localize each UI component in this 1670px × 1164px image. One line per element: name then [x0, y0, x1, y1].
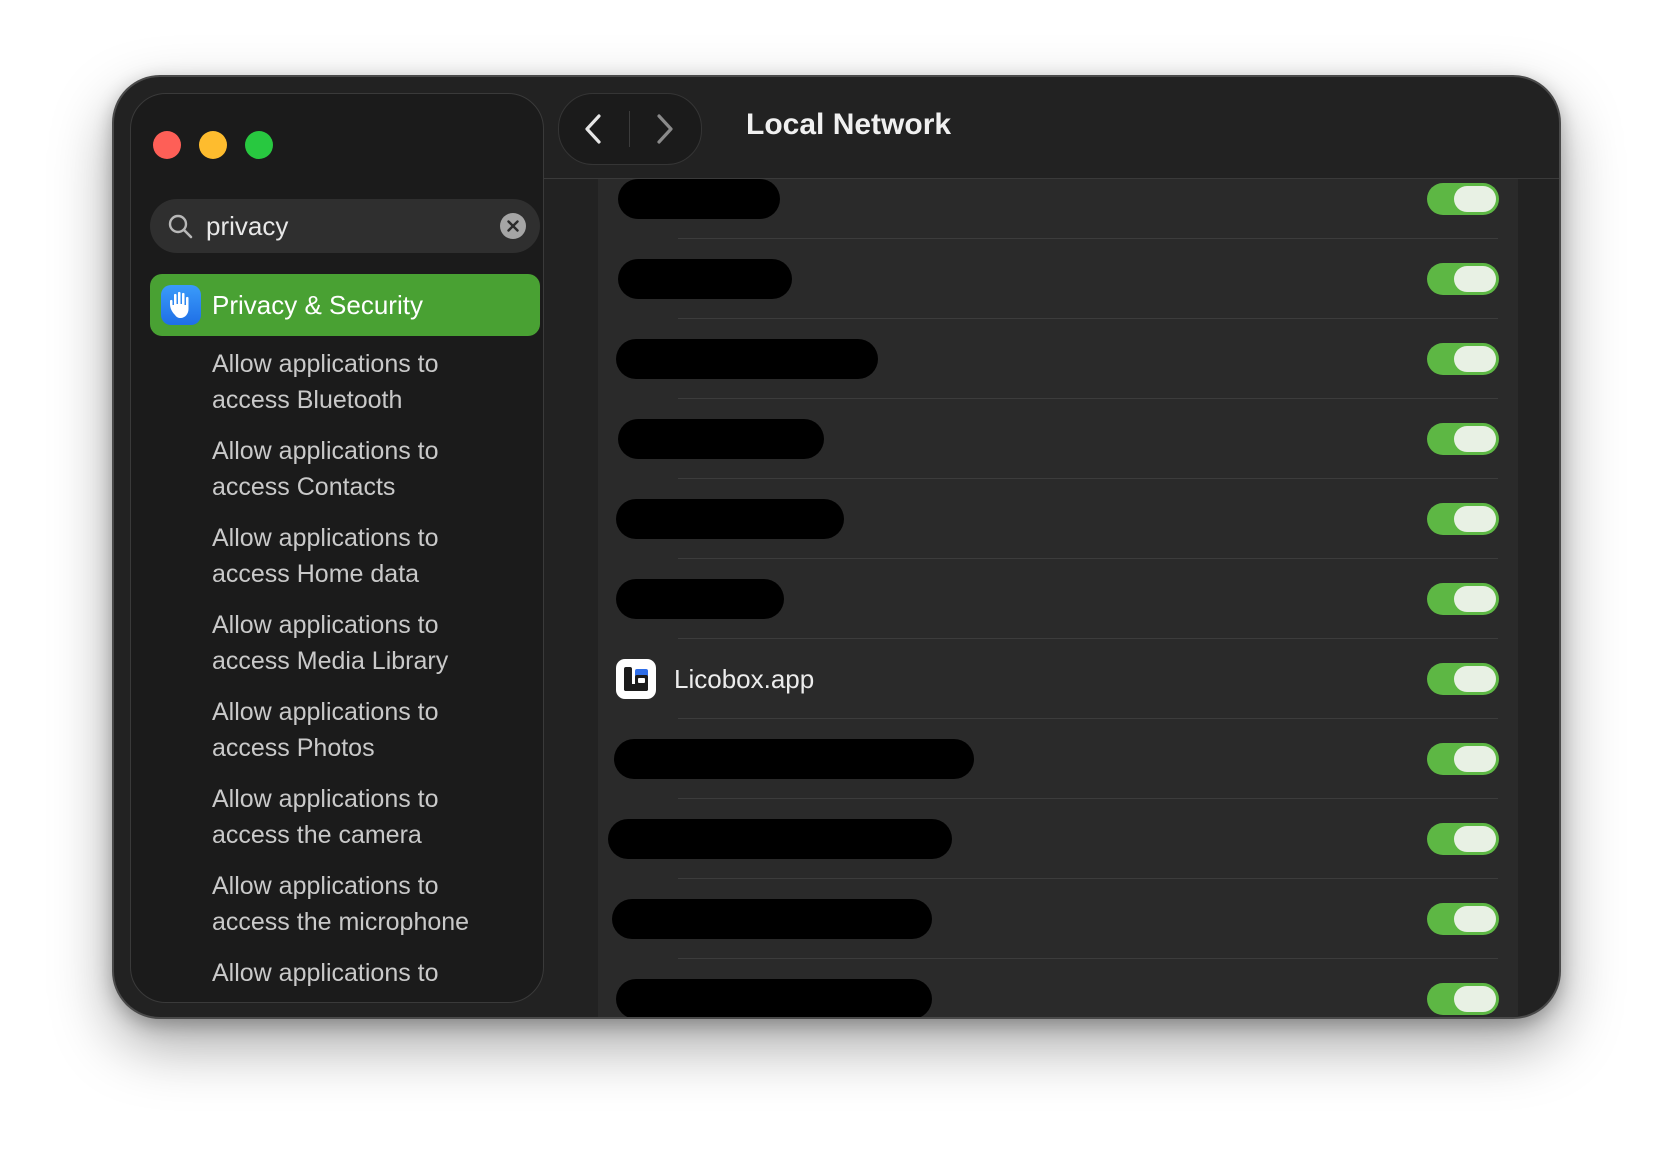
list-item [598, 399, 1518, 479]
search-input[interactable]: privacy [206, 211, 288, 241]
toggle-knob [1454, 906, 1496, 932]
clear-icon[interactable] [500, 213, 526, 239]
sidebar-sub-item-microphone[interactable]: Allow applications to access the microph… [212, 868, 532, 955]
redacted-app-name [616, 979, 932, 1017]
app-list: Licobox.app [598, 179, 1518, 1017]
redacted-app-name [616, 499, 844, 539]
redacted-app-name [618, 179, 780, 219]
redacted-app-name [616, 579, 784, 619]
sidebar-sub-item-contacts[interactable]: Allow applications to access Contacts [212, 433, 532, 520]
redacted-app-name [608, 819, 952, 859]
app-toggle[interactable] [1427, 183, 1499, 215]
page-title: Local Network [746, 108, 952, 141]
app-toggle[interactable] [1427, 823, 1499, 855]
sidebar-item-privacy-security[interactable]: Privacy & Security [150, 274, 540, 336]
minimize-button[interactable] [199, 131, 227, 159]
magnifying-glass-icon [168, 214, 193, 239]
redacted-app-name [618, 259, 792, 299]
list-item [598, 799, 1518, 879]
close-button[interactable] [153, 131, 181, 159]
toggle-knob [1454, 426, 1496, 452]
navigation-buttons [558, 93, 702, 165]
hand-raised-icon [161, 285, 201, 325]
toggle-knob [1454, 346, 1496, 372]
toggle-knob [1454, 986, 1496, 1012]
forward-button[interactable] [631, 94, 701, 164]
zoom-button[interactable] [245, 131, 273, 159]
list-item: Licobox.app [598, 639, 1518, 719]
list-item [598, 559, 1518, 639]
sidebar-sub-item-next[interactable]: Allow applications to [212, 955, 532, 1002]
app-toggle[interactable] [1427, 743, 1499, 775]
toggle-knob [1454, 666, 1496, 692]
sidebar: privacy Privacy & Security Allow applica… [130, 93, 544, 1003]
search-field[interactable]: privacy [150, 199, 540, 253]
nav-divider [629, 111, 630, 147]
toggle-knob [1454, 506, 1496, 532]
app-toggle[interactable] [1427, 983, 1499, 1015]
toggle-knob [1454, 586, 1496, 612]
toggle-knob [1454, 826, 1496, 852]
app-toggle[interactable] [1427, 583, 1499, 615]
toggle-knob [1454, 266, 1496, 292]
list-item [598, 719, 1518, 799]
toggle-knob [1454, 746, 1496, 772]
sidebar-item-label: Privacy & Security [212, 290, 423, 320]
chevron-left-icon [585, 114, 601, 144]
sidebar-sub-item-photos[interactable]: Allow applications to access Photos [212, 694, 532, 781]
redacted-app-name [616, 339, 878, 379]
sidebar-sub-item-home-data[interactable]: Allow applications to access Home data [212, 520, 532, 607]
chevron-right-icon [657, 114, 673, 144]
licobox-app-icon [616, 659, 656, 699]
sidebar-sub-item-media-library[interactable]: Allow applications to access Media Libra… [212, 607, 532, 694]
app-toggle[interactable] [1427, 503, 1499, 535]
app-toggle[interactable] [1427, 663, 1499, 695]
back-button[interactable] [559, 94, 629, 164]
app-toggle[interactable] [1427, 343, 1499, 375]
app-toggle[interactable] [1427, 423, 1499, 455]
app-toggle[interactable] [1427, 263, 1499, 295]
list-item [598, 479, 1518, 559]
list-item [598, 239, 1518, 319]
list-item [598, 179, 1518, 239]
app-name: Licobox.app [674, 664, 815, 694]
redacted-app-name [612, 899, 932, 939]
sidebar-sub-item-camera[interactable]: Allow applications to access the camera [212, 781, 532, 868]
redacted-app-name [614, 739, 974, 779]
list-item [598, 959, 1518, 1017]
list-item [598, 319, 1518, 399]
app-toggle[interactable] [1427, 903, 1499, 935]
list-item [598, 879, 1518, 959]
redacted-app-name [618, 419, 824, 459]
sidebar-sub-item-bluetooth[interactable]: Allow applications to access Bluetooth [212, 346, 532, 433]
sidebar-sub-items: Allow applications to access Bluetooth A… [212, 346, 532, 1002]
toggle-knob [1454, 186, 1496, 212]
settings-window: privacy Privacy & Security Allow applica… [112, 75, 1561, 1019]
